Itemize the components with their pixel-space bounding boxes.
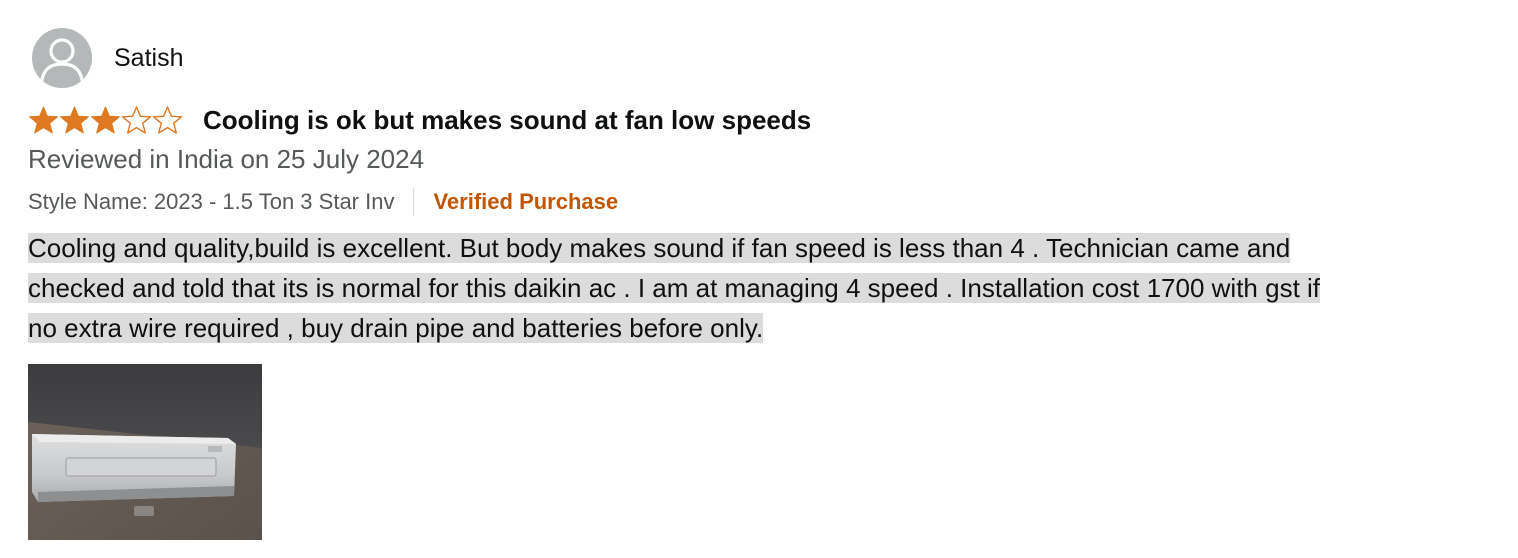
- star-filled-icon: [60, 106, 89, 134]
- reviewer-name[interactable]: Satish: [114, 44, 183, 73]
- star-empty-icon: [121, 106, 152, 134]
- meta-divider: [413, 188, 415, 216]
- air-conditioner-photo: [28, 364, 262, 540]
- review-body-text: Cooling and quality,build is excellent. …: [28, 233, 1321, 343]
- review-meta: Style Name: 2023 - 1.5 Ton 3 Star Inv Ve…: [28, 186, 618, 218]
- style-name-link[interactable]: Style Name: 2023 - 1.5 Ton 3 Star Inv: [28, 189, 394, 215]
- review-title-row: Cooling is ok but makes sound at fan low…: [28, 102, 811, 138]
- star-rating[interactable]: [28, 105, 183, 135]
- review-image-thumbnail[interactable]: [28, 364, 262, 540]
- review-title[interactable]: Cooling is ok but makes sound at fan low…: [203, 105, 811, 136]
- customer-review: Satish Cooling is ok but makes sound at …: [0, 0, 1518, 558]
- default-user-avatar-icon: [32, 28, 92, 88]
- star-filled-icon: [91, 106, 120, 134]
- star-filled-icon: [29, 106, 58, 134]
- review-date: Reviewed in India on 25 July 2024: [28, 144, 425, 174]
- review-body: Cooling and quality,build is excellent. …: [28, 228, 1348, 348]
- star-empty-icon: [152, 106, 183, 134]
- reviewer-profile[interactable]: Satish: [32, 28, 183, 88]
- verified-purchase-badge: Verified Purchase: [433, 189, 619, 214]
